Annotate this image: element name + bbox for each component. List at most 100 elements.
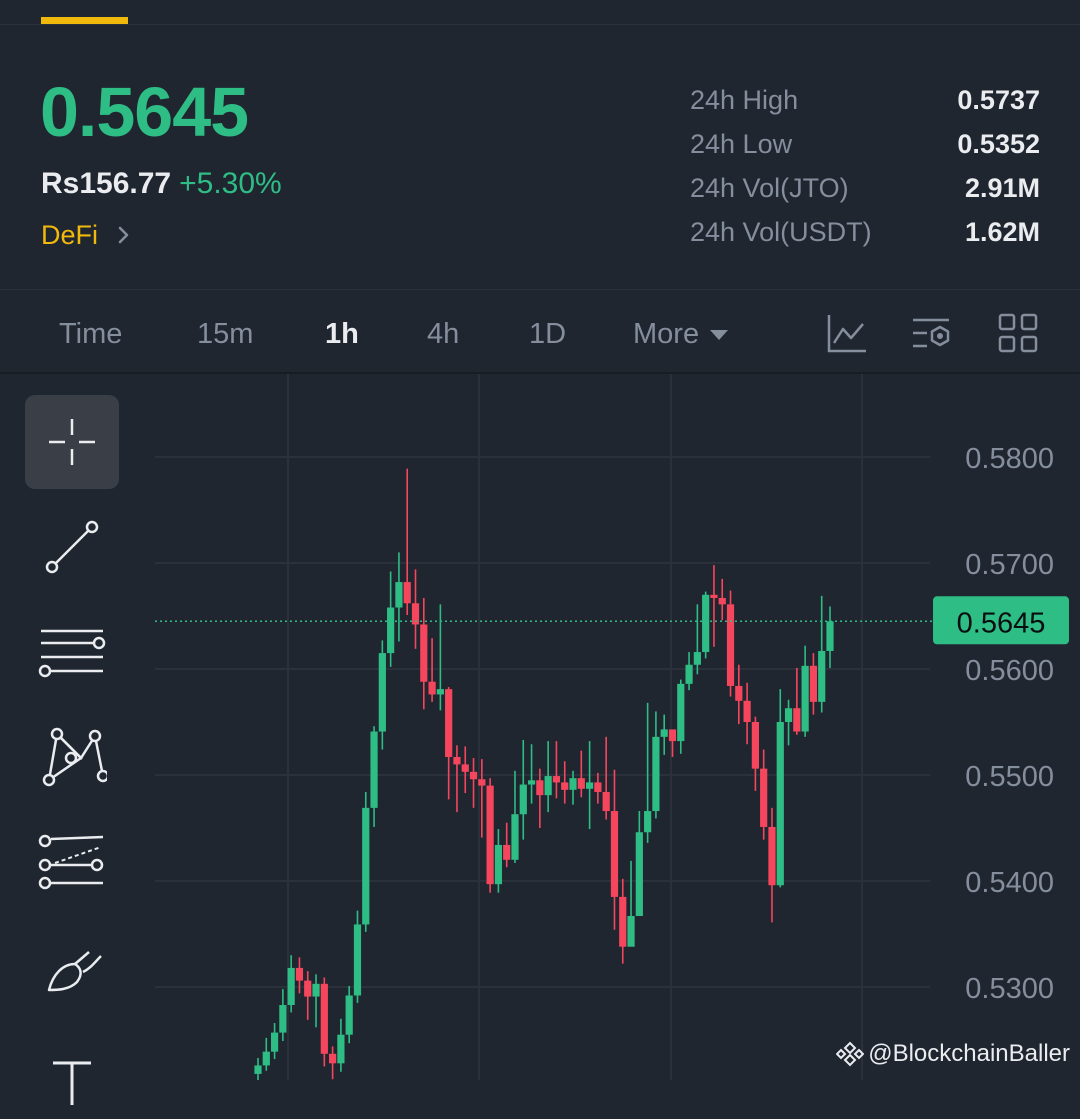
tab-15m[interactable]: 15m	[197, 314, 253, 354]
price-axis: 0.5800 0.5700 0.5600 0.5500 0.5400 0.5300 0.56…	[155, 443, 1069, 1005]
candle	[428, 638, 436, 702]
candle-body	[503, 844, 511, 860]
candle	[445, 687, 453, 800]
watermark: @BlockchainBaller	[836, 1038, 1070, 1070]
candle	[660, 714, 668, 755]
y-tick-label: 0.5500	[965, 761, 1054, 793]
candle	[387, 571, 395, 667]
candle	[503, 822, 511, 868]
candle-body	[818, 650, 826, 702]
tab-4h[interactable]: 4h	[427, 314, 459, 354]
watermark-text: @BlockchainBaller	[868, 1040, 1070, 1067]
candle-body	[370, 731, 378, 808]
candle	[644, 702, 652, 843]
candle	[395, 552, 403, 642]
candle-body	[345, 995, 353, 1035]
candle-body	[561, 782, 569, 790]
crosshair-tool[interactable]	[25, 395, 119, 489]
pattern-tool[interactable]	[25, 710, 119, 804]
candle	[726, 590, 735, 697]
candle	[494, 829, 503, 893]
fib-channel-icon	[38, 834, 104, 890]
candle-body	[511, 814, 519, 860]
tab-1d[interactable]: 1D	[529, 314, 566, 354]
indicator-icon[interactable]	[826, 312, 868, 354]
candle	[760, 749, 768, 840]
candle-body	[652, 736, 660, 812]
text-tool[interactable]	[25, 1025, 119, 1119]
chart-settings-icon[interactable]	[911, 312, 953, 354]
candle	[735, 664, 743, 725]
candle-body	[387, 607, 395, 654]
candle-body	[270, 1032, 279, 1052]
chart-grid	[155, 374, 930, 1080]
candle-body	[519, 784, 527, 815]
candle	[362, 791, 370, 932]
top-divider	[0, 24, 1080, 25]
candle	[511, 770, 519, 863]
candle	[304, 971, 312, 1020]
layout-grid-icon[interactable]	[997, 312, 1039, 354]
candle-body	[826, 621, 834, 651]
candle-body	[254, 1065, 262, 1074]
tab-more[interactable]: More	[633, 314, 729, 354]
candle	[818, 595, 826, 713]
candle-body	[287, 967, 295, 1006]
candle	[527, 744, 536, 804]
candle	[610, 769, 619, 930]
candle	[668, 729, 677, 757]
candle	[312, 974, 320, 1028]
category-tag[interactable]: DeFi	[41, 217, 134, 253]
candle	[420, 597, 428, 710]
candle	[411, 569, 420, 649]
candle	[403, 468, 411, 615]
candle	[337, 1018, 345, 1072]
stat-24h-low: 24h Low 0.5352	[690, 124, 1040, 168]
candle-body	[685, 664, 693, 684]
candle-body	[602, 791, 610, 812]
stat-24h-high: 24h High 0.5737	[690, 80, 1040, 124]
tab-time[interactable]: Time	[59, 314, 122, 354]
candle	[270, 1023, 279, 1060]
candle-body	[668, 729, 677, 742]
candle-body	[428, 681, 436, 695]
candle	[619, 878, 627, 964]
horizontal-lines-tool[interactable]	[25, 605, 119, 699]
candle-body	[304, 980, 312, 997]
candle	[329, 1046, 337, 1080]
stats-panel: 24h High 0.5737 24h Low 0.5352 24h Vol(J…	[690, 80, 1040, 256]
candle	[279, 989, 287, 1042]
candle-body	[329, 1053, 337, 1064]
candle-body	[760, 768, 768, 827]
trend-line-tool[interactable]	[25, 500, 119, 594]
candle	[320, 977, 328, 1067]
candle-body	[718, 597, 726, 605]
candle-body	[627, 915, 635, 947]
candle	[768, 807, 776, 923]
candle	[635, 811, 643, 916]
candle	[702, 591, 710, 659]
candlestick-chart[interactable]: 0.5800 0.5700 0.5600 0.5500 0.5400 0.5300 0.56…	[0, 374, 1080, 1080]
candle-body	[262, 1051, 270, 1066]
candle	[809, 653, 818, 715]
trend-line-icon	[45, 520, 99, 574]
candle	[585, 741, 594, 830]
candle-body	[793, 708, 801, 732]
candle	[536, 768, 544, 828]
candle-body	[544, 776, 552, 796]
candle	[552, 741, 561, 799]
candle-body	[478, 779, 486, 786]
tab-1h[interactable]: 1h	[325, 314, 359, 354]
candle	[461, 746, 469, 794]
brush-tool[interactable]	[25, 920, 119, 1014]
crosshair-icon	[49, 419, 95, 465]
stat-24h-vol-base: 24h Vol(JTO) 2.91M	[690, 168, 1040, 212]
candle-body	[768, 826, 776, 886]
candle-body	[378, 653, 386, 732]
fib-channel-tool[interactable]	[25, 815, 119, 909]
candle	[652, 711, 660, 819]
stat-value: 2.91M	[964, 173, 1040, 203]
fiat-price: Rs156.77	[41, 167, 172, 200]
candle-body	[279, 1005, 287, 1033]
candle-body	[751, 722, 759, 769]
